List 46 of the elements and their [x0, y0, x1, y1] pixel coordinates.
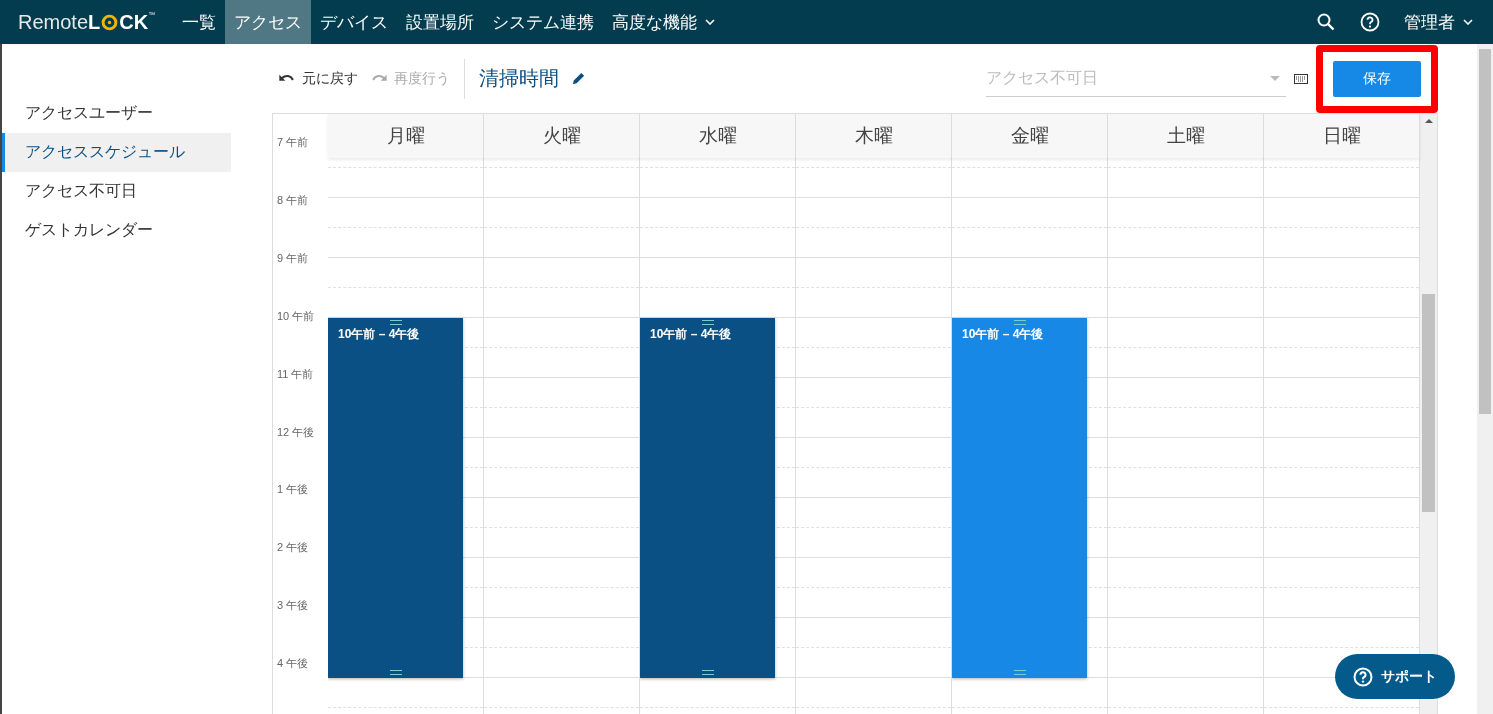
day-header: 火曜 — [484, 114, 640, 158]
undo-button[interactable]: 元に戻す — [272, 69, 364, 88]
sidebar-item[interactable]: ゲストカレンダー — [2, 211, 231, 250]
save-button[interactable]: 保存 — [1333, 60, 1421, 97]
nav-tab[interactable]: システム連携 — [483, 0, 604, 44]
scrollbar-thumb[interactable] — [1479, 49, 1491, 414]
time-label: 3 午後 — [276, 598, 310, 614]
time-label: 4 午後 — [276, 656, 310, 672]
logo[interactable]: RemoteL CK$^{™}$ — [0, 0, 174, 44]
day-header: 木曜 — [796, 114, 952, 158]
time-label: 10 午前 — [276, 308, 316, 324]
help-icon — [1353, 666, 1373, 687]
pencil-icon[interactable] — [571, 71, 586, 86]
sidebar-item[interactable]: アクセス不可日 — [2, 172, 231, 211]
day-header: 土曜 — [1108, 114, 1264, 158]
keyboard-icon[interactable] — [1294, 73, 1308, 84]
time-label: 2 午後 — [276, 540, 310, 556]
day-header: 水曜 — [640, 114, 796, 158]
day-header: 金曜 — [952, 114, 1108, 158]
support-button[interactable]: サポート — [1335, 654, 1455, 699]
scrollbar-thumb[interactable] — [1422, 294, 1435, 512]
sidebar-item[interactable]: アクセスユーザー — [2, 94, 231, 133]
time-label: 12 午後 — [276, 424, 316, 440]
day-header: 月曜 — [328, 114, 484, 158]
sidebar-item[interactable]: アクセススケジュール — [2, 133, 231, 172]
time-label: 9 午前 — [276, 250, 310, 266]
nav-menu[interactable]: 高度な機能 — [603, 0, 725, 44]
time-label: 7 午前 — [276, 135, 310, 150]
time-label: 8 午前 — [276, 192, 310, 208]
schedule-block[interactable]: 10午前 – 4午後 — [952, 318, 1087, 678]
time-label: 1 午後 — [276, 482, 310, 498]
chevron-down-icon — [1463, 19, 1473, 25]
search-icon[interactable] — [1316, 12, 1336, 32]
user-menu[interactable]: 管理者 — [1404, 10, 1473, 34]
time-label: 11 午前 — [276, 366, 315, 382]
nav-tab[interactable]: 設置場所 — [397, 0, 484, 44]
nav-tab[interactable]: アクセス — [225, 0, 312, 44]
schedule-title: 清掃時間 — [479, 66, 559, 91]
nav-tab[interactable]: 一覧 — [173, 0, 226, 44]
scroll-up-icon[interactable] — [1424, 119, 1433, 123]
help-icon[interactable] — [1360, 12, 1380, 32]
chevron-down-icon — [705, 19, 716, 25]
dropdown-caret-icon — [1270, 75, 1280, 81]
schedule-block[interactable]: 10午前 – 4午後 — [640, 318, 775, 678]
schedule-block[interactable]: 10午前 – 4午後 — [328, 318, 463, 678]
nav-tab[interactable]: デバイス — [311, 0, 398, 44]
